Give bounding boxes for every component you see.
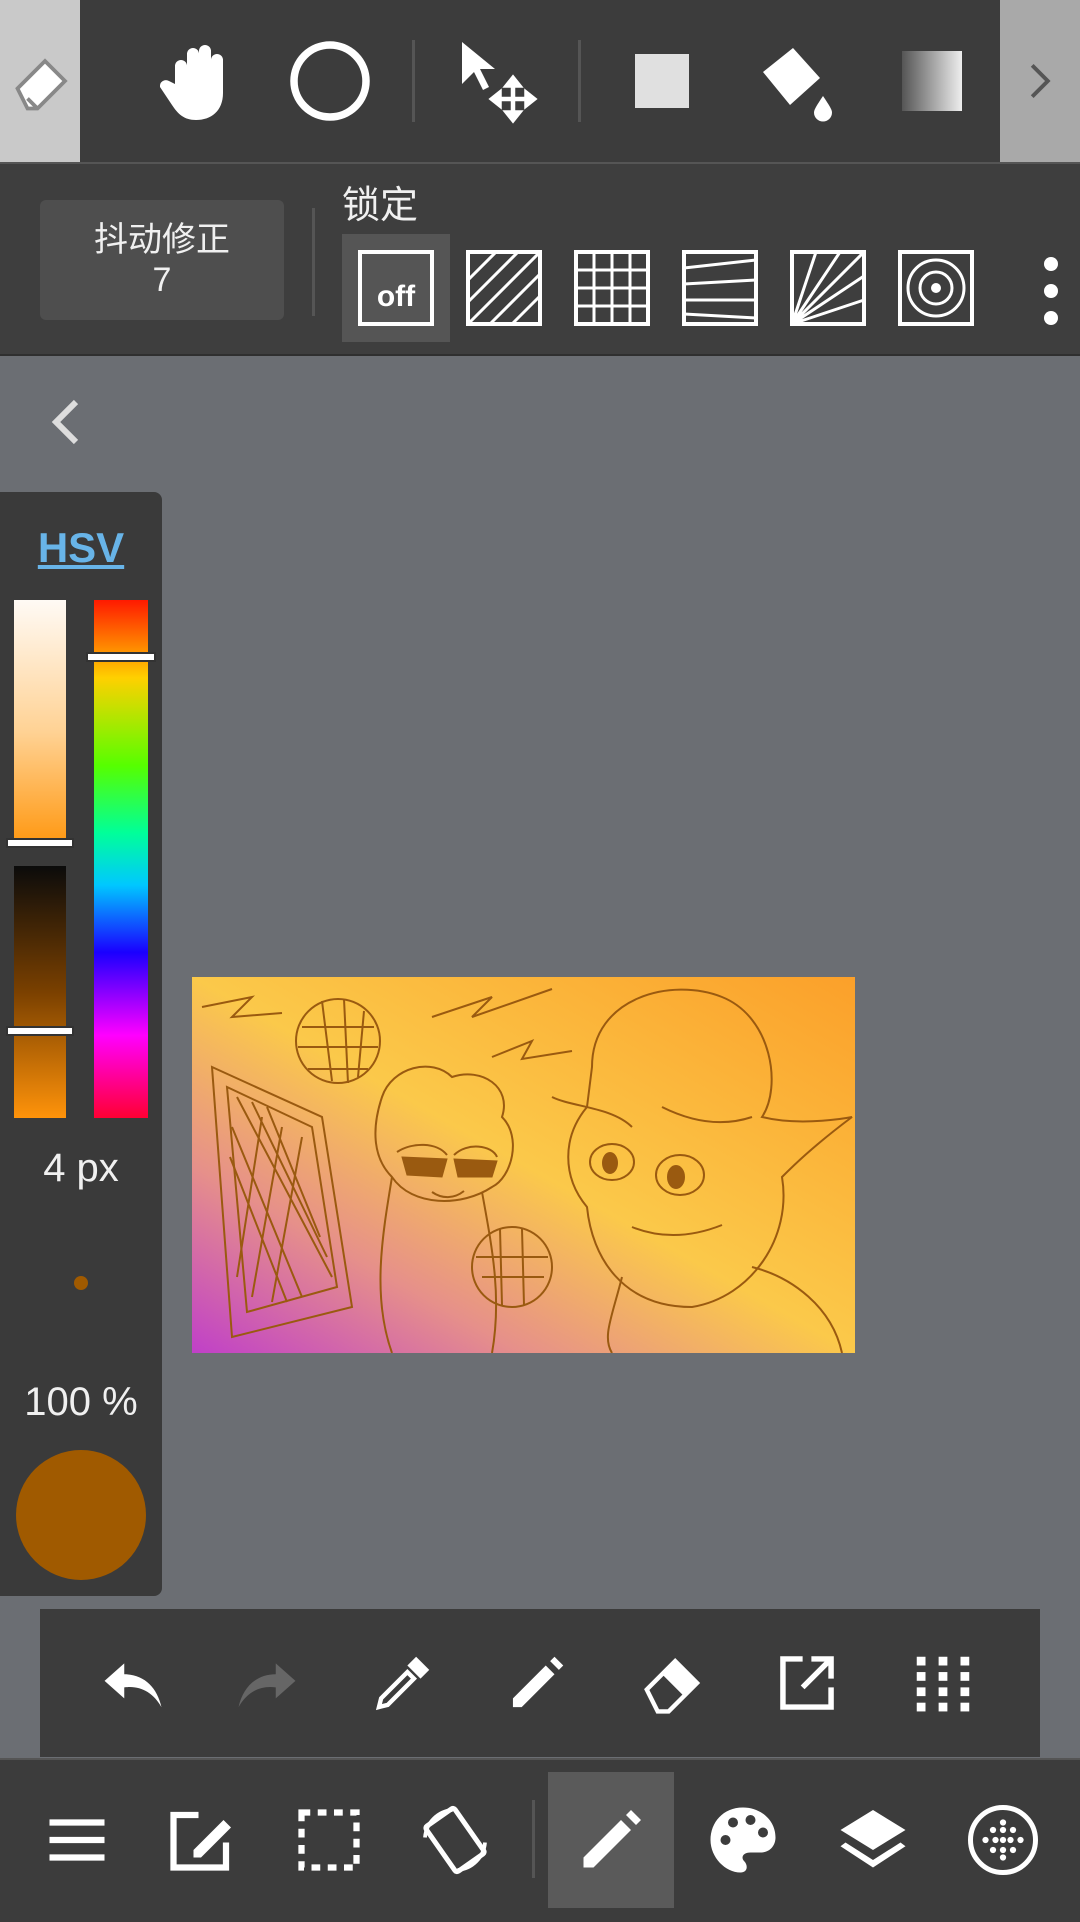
eraser-icon (644, 1658, 701, 1714)
hue-slider-handle[interactable] (86, 652, 156, 662)
pen-button[interactable] (482, 1631, 592, 1735)
pen-icon (583, 1810, 641, 1868)
lock-off-icon: off (358, 250, 434, 326)
stabilizer-value: 7 (152, 261, 172, 299)
gradient-icon (902, 51, 962, 111)
lock-off-text: off (377, 280, 416, 313)
collapse-panel-button[interactable] (40, 392, 96, 452)
saturation-slider-handle[interactable] (6, 838, 74, 848)
gradient-tool-button[interactable] (876, 0, 988, 162)
hand-icon (159, 45, 223, 120)
move-icon (462, 42, 538, 124)
parallel-lines-icon (466, 250, 542, 326)
radial-lines-icon (790, 250, 866, 326)
layers-icon (840, 1810, 906, 1868)
palette-icon (710, 1807, 776, 1873)
lock-off-button[interactable]: off (342, 234, 450, 342)
move-tool-button[interactable] (442, 0, 554, 162)
saturation-slider[interactable] (14, 600, 66, 840)
hue-slider[interactable] (94, 600, 148, 1118)
material-icon (968, 1805, 1038, 1875)
lock-concentric-button[interactable] (882, 234, 990, 342)
bottom-navigation (0, 1758, 1080, 1922)
eyedropper-button[interactable] (348, 1631, 458, 1735)
fill-tool-button[interactable] (740, 0, 852, 162)
lock-perspective-button[interactable] (666, 234, 774, 342)
shape-icon (635, 54, 689, 108)
fill-icon (763, 48, 832, 122)
rotate-canvas-button[interactable] (392, 1772, 518, 1908)
stabilizer-label: 抖动修正 (94, 221, 230, 259)
lock-label: 锁定 (342, 185, 419, 227)
brush-size-preview (74, 1276, 88, 1290)
canvas-artwork[interactable] (192, 977, 855, 1353)
eraser-tool-button[interactable] (0, 0, 80, 162)
menu-button[interactable] (14, 1772, 140, 1908)
grid-icon (574, 250, 650, 326)
tool-toolbar (0, 0, 1080, 164)
lock-grid-button[interactable] (558, 234, 666, 342)
brush-size-label[interactable]: 4 px (0, 1146, 162, 1191)
selection-button[interactable] (266, 1772, 392, 1908)
open-external-icon (780, 1656, 834, 1710)
lock-parallel-button[interactable] (450, 234, 558, 342)
more-vertical-icon (1044, 257, 1058, 325)
rotate-icon (423, 1805, 487, 1875)
shape-tool-button[interactable] (606, 0, 718, 162)
redo-icon (238, 1663, 296, 1708)
lasso-icon (290, 41, 370, 121)
eyedropper-icon (375, 1656, 430, 1711)
redo-button[interactable] (212, 1631, 322, 1735)
quick-action-bar (40, 1609, 1040, 1757)
toolbar-scroll-right-button[interactable] (1000, 0, 1080, 162)
hand-tool-button[interactable] (140, 0, 252, 162)
edit-icon (170, 1811, 231, 1871)
layers-button[interactable] (810, 1772, 936, 1908)
hsv-mode-tab[interactable]: HSV (0, 524, 162, 572)
lasso-tool-button[interactable] (274, 0, 386, 162)
undo-button[interactable] (78, 1631, 188, 1735)
grid-menu-button[interactable] (888, 1631, 998, 1735)
brush-opacity-label[interactable]: 100 % (0, 1380, 162, 1425)
stabilizer-button[interactable]: 抖动修正 7 (40, 200, 284, 320)
tool-settings-bar: 抖动修正 7 锁定 off (0, 164, 1080, 356)
palette-button[interactable] (680, 1772, 806, 1908)
chevron-right-icon (1030, 63, 1051, 99)
transform-button[interactable] (752, 1631, 862, 1735)
material-button[interactable] (940, 1772, 1066, 1908)
perspective-lines-icon (682, 250, 758, 326)
undo-icon (104, 1663, 162, 1708)
menu-icon (49, 1819, 105, 1861)
edit-button[interactable] (138, 1772, 264, 1908)
eraser-icon (15, 58, 68, 111)
dots-grid-icon (916, 1656, 970, 1712)
current-color-swatch[interactable] (16, 1450, 146, 1580)
eraser-button[interactable] (618, 1631, 728, 1735)
brightness-slider[interactable] (14, 866, 66, 1118)
selection-icon (298, 1809, 360, 1871)
brush-button[interactable] (548, 1772, 674, 1908)
brightness-slider-handle[interactable] (6, 1026, 74, 1036)
concentric-circles-icon (898, 250, 974, 326)
pen-icon (512, 1656, 564, 1708)
more-options-button[interactable] (1026, 246, 1076, 336)
lock-radial-button[interactable] (774, 234, 882, 342)
chevron-left-icon (51, 399, 79, 445)
